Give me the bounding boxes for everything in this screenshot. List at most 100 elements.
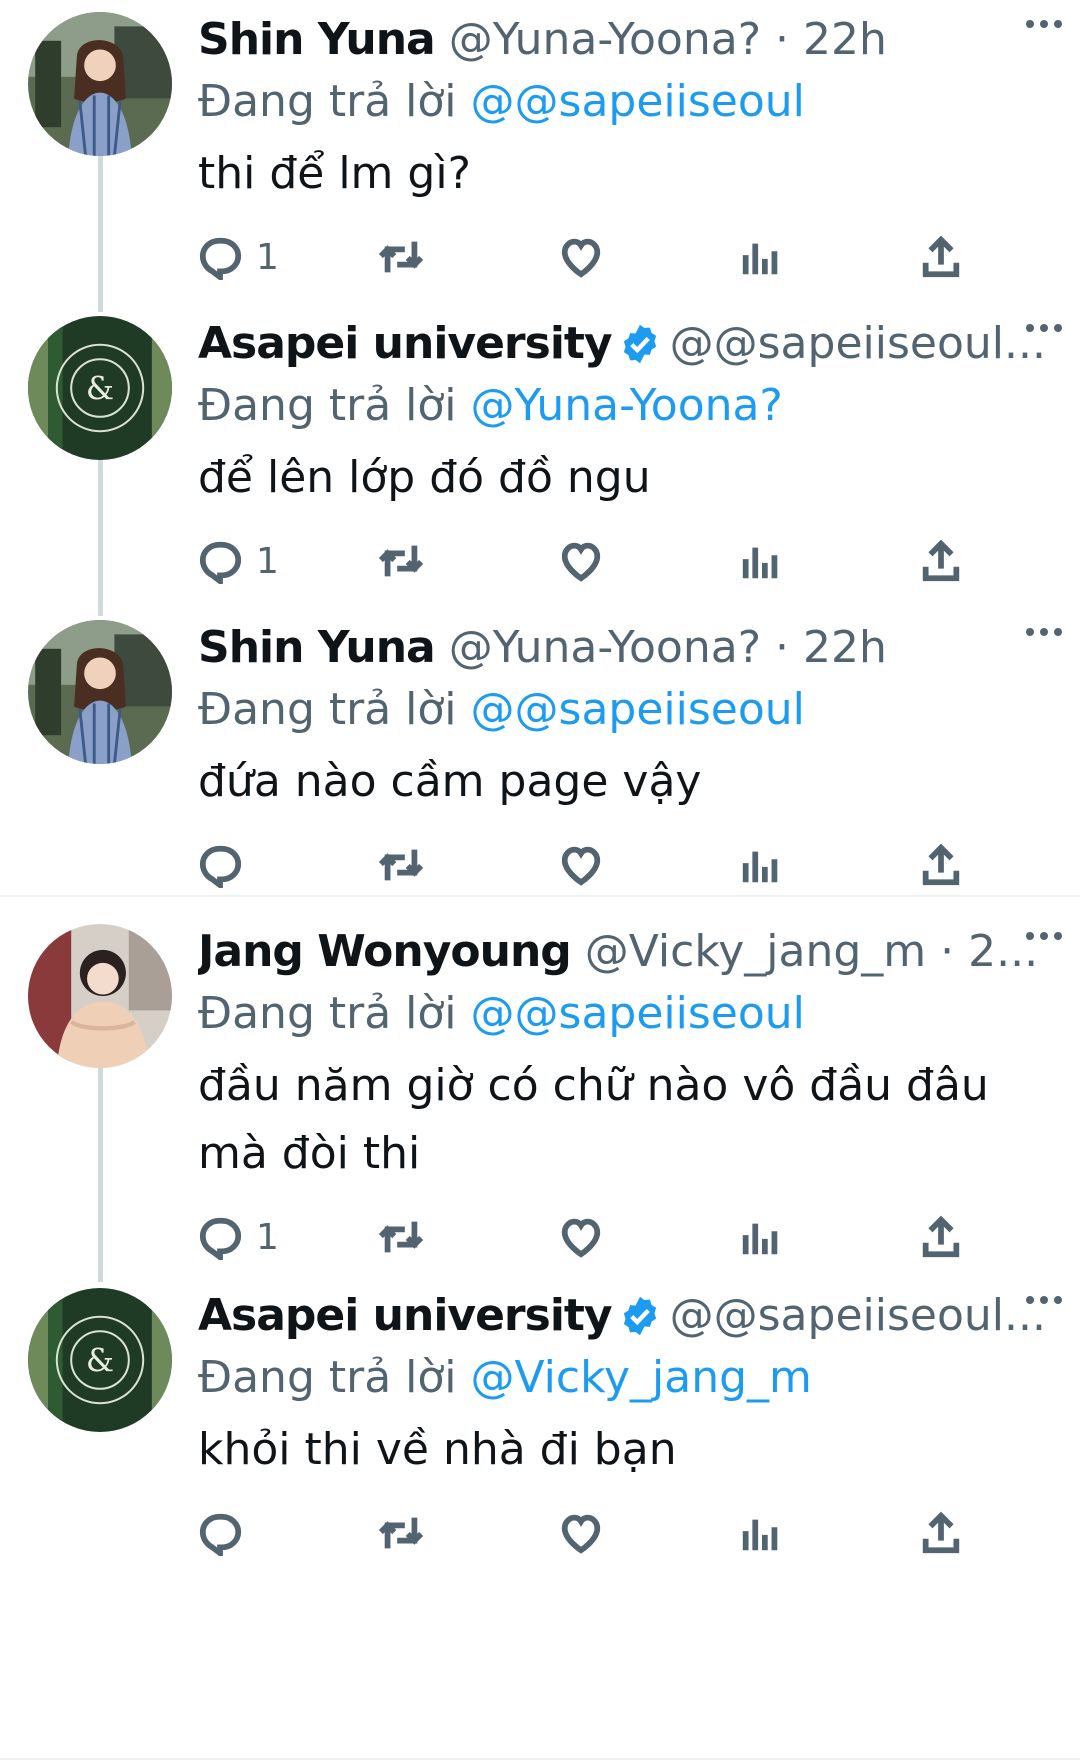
- reply-prefix: Đang trả lời: [198, 684, 457, 735]
- heart-icon: [558, 1214, 604, 1260]
- verified-badge-icon[interactable]: [618, 1294, 662, 1338]
- avatar[interactable]: [28, 620, 172, 764]
- tweet-text: để lên lớp đó đồ ngu: [198, 452, 651, 503]
- share-icon: [918, 842, 964, 888]
- retweet-button[interactable]: [378, 536, 424, 586]
- like-button[interactable]: [558, 840, 604, 890]
- reply-button[interactable]: 1: [198, 232, 279, 282]
- heart-icon: [558, 842, 604, 888]
- avatar[interactable]: [28, 12, 172, 156]
- share-button[interactable]: [918, 840, 964, 890]
- retweet-icon: [378, 234, 424, 280]
- analytics-icon: [738, 842, 784, 888]
- share-button[interactable]: [918, 1212, 964, 1262]
- heart-icon: [558, 1510, 604, 1556]
- more-options-icon[interactable]: [1024, 14, 1064, 34]
- tweet-header: Shin Yuna @Yuna-Yoona? · 22h: [198, 14, 1050, 66]
- retweet-button[interactable]: [378, 232, 424, 282]
- share-icon: [918, 234, 964, 280]
- reply-prefix: Đang trả lời: [198, 380, 457, 431]
- reply-button[interactable]: 1: [198, 1212, 279, 1262]
- tweet-text: thi để lm gì?: [198, 148, 471, 199]
- analytics-icon: [738, 538, 784, 584]
- avatar[interactable]: [28, 1288, 172, 1432]
- like-button[interactable]: [558, 1508, 604, 1558]
- views-button[interactable]: [738, 840, 784, 890]
- reply-count: 1: [256, 236, 279, 278]
- tweet-header: Asapei university @@sapeiiseoul...: [198, 1290, 1050, 1342]
- share-button[interactable]: [918, 1508, 964, 1558]
- share-icon: [918, 1510, 964, 1556]
- reply-context: Đang trả lời @@sapeiiseoul: [198, 72, 1050, 132]
- reply-count: 1: [256, 540, 279, 582]
- share-icon: [918, 538, 964, 584]
- share-button[interactable]: [918, 536, 964, 586]
- retweet-button[interactable]: [378, 1212, 424, 1262]
- analytics-icon: [738, 234, 784, 280]
- like-button[interactable]: [558, 536, 604, 586]
- views-button[interactable]: [738, 536, 784, 586]
- reply-icon: [198, 842, 244, 888]
- action-bar: [198, 840, 1050, 910]
- heart-icon: [558, 538, 604, 584]
- reply-context: Đang trả lời @Yuna-Yoona?: [198, 376, 1050, 436]
- retweet-icon: [378, 1510, 424, 1556]
- handle: @@sapeiiseoul...: [669, 318, 1046, 369]
- mention-link[interactable]: @@sapeiiseoul: [471, 684, 805, 735]
- retweet-button[interactable]: [378, 1508, 424, 1558]
- more-options-icon[interactable]: [1024, 622, 1064, 642]
- reply-button[interactable]: [198, 1508, 256, 1558]
- like-button[interactable]: [558, 232, 604, 282]
- display-name[interactable]: Jang Wonyoung: [198, 926, 572, 977]
- verified-badge-icon[interactable]: [618, 322, 662, 366]
- tweet-header: Jang Wonyoung @Vicky_jang_m · 2...: [198, 926, 1050, 978]
- thread-line: [98, 142, 103, 312]
- reply-context: Đang trả lời @Vicky_jang_m: [198, 1348, 1050, 1408]
- reply-context: Đang trả lời @@sapeiiseoul: [198, 984, 1050, 1044]
- display-name[interactable]: Shin Yuna: [198, 622, 436, 673]
- action-bar: 1: [198, 232, 1050, 302]
- share-button[interactable]: [918, 232, 964, 282]
- avatar[interactable]: [28, 316, 172, 460]
- more-options-icon[interactable]: [1024, 1290, 1064, 1310]
- views-button[interactable]: [738, 232, 784, 282]
- display-name[interactable]: Shin Yuna: [198, 14, 436, 65]
- reply-icon: [198, 234, 244, 280]
- display-name[interactable]: Asapei university: [198, 318, 613, 369]
- action-bar: 1: [198, 536, 1050, 606]
- action-bar: [198, 1508, 1050, 1578]
- reply-context: Đang trả lời @@sapeiiseoul: [198, 680, 1050, 740]
- mention-link[interactable]: @@sapeiiseoul: [471, 76, 805, 127]
- views-button[interactable]: [738, 1508, 784, 1558]
- retweet-icon: [378, 842, 424, 888]
- reply-icon: [198, 1214, 244, 1260]
- analytics-icon: [738, 1510, 784, 1556]
- more-options-icon[interactable]: [1024, 926, 1064, 946]
- display-name[interactable]: Asapei university: [198, 1290, 613, 1341]
- reply-icon: [198, 538, 244, 584]
- bottom-divider: [0, 1758, 1080, 1760]
- retweet-button[interactable]: [378, 840, 424, 890]
- retweet-icon: [378, 1214, 424, 1260]
- tweet-text: đứa nào cầm page vậy: [198, 756, 702, 807]
- handle: @Yuna-Yoona? · 22h: [448, 14, 887, 65]
- reply-count: 1: [256, 1216, 279, 1258]
- avatar[interactable]: [28, 924, 172, 1068]
- reply-button[interactable]: [198, 840, 256, 890]
- more-options-icon[interactable]: [1024, 318, 1064, 338]
- like-button[interactable]: [558, 1212, 604, 1262]
- action-bar: 1: [198, 1212, 1050, 1282]
- mention-link[interactable]: @Yuna-Yoona?: [471, 380, 783, 431]
- reply-button[interactable]: 1: [198, 536, 279, 586]
- reply-prefix: Đang trả lời: [198, 76, 457, 127]
- handle: @Yuna-Yoona? · 22h: [448, 622, 887, 673]
- conversation-divider: [0, 895, 1080, 897]
- thread-line: [98, 446, 103, 616]
- mention-link[interactable]: @Vicky_jang_m: [471, 1352, 812, 1403]
- heart-icon: [558, 234, 604, 280]
- handle: @@sapeiiseoul...: [669, 1290, 1046, 1341]
- mention-link[interactable]: @@sapeiiseoul: [471, 988, 805, 1039]
- tweet-header: Asapei university @@sapeiiseoul...: [198, 318, 1050, 370]
- views-button[interactable]: [738, 1212, 784, 1262]
- handle: @Vicky_jang_m · 2...: [584, 926, 1039, 977]
